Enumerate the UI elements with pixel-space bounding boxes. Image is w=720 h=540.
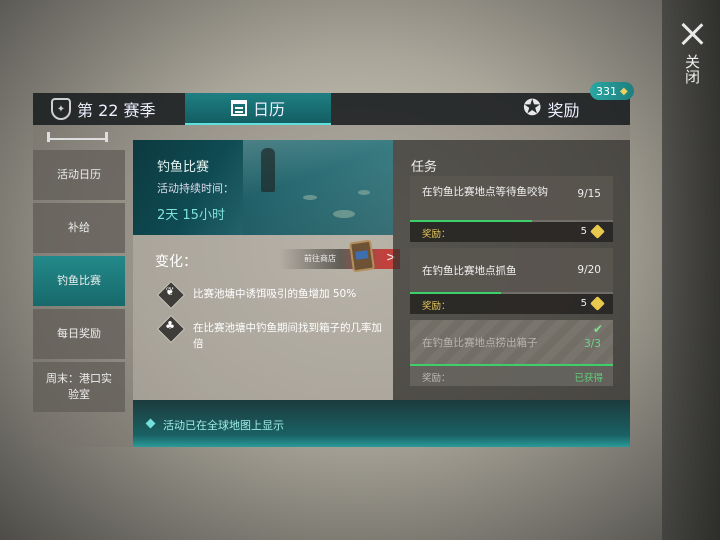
tab-calendar-label: 日历 bbox=[252, 100, 285, 119]
reward-value: 5 bbox=[580, 226, 587, 237]
reward-value: 5 bbox=[580, 298, 587, 309]
tasks-panel: 任务 在钓鱼比赛地点等待鱼咬钩 9/15 奖励： 5 在钓鱼比赛地点抓鱼 9/2… bbox=[393, 140, 630, 400]
sidebar-item-supply[interactable]: 补给 bbox=[33, 203, 125, 253]
tasks-title: 任务 bbox=[411, 160, 438, 175]
change-item: ♣ 在比赛池塘中钓鱼期间找到箱子的几率加倍 bbox=[157, 315, 387, 352]
tab-season[interactable]: ✦ 第 22 赛季 bbox=[33, 93, 183, 125]
bait-bag-icon bbox=[349, 239, 375, 273]
change-text: 比赛池塘中诱饵吸引的鱼增加 50% bbox=[193, 288, 357, 300]
store-button-label: 前往商店 bbox=[304, 254, 336, 263]
sidebar-item-label: 活动日历 bbox=[57, 168, 101, 181]
coin-icon: ◆ bbox=[620, 85, 628, 97]
fish-icon bbox=[303, 195, 317, 200]
star-icon: ✪ bbox=[523, 96, 542, 121]
coin-icon bbox=[590, 224, 605, 239]
tab-rewards-label: 奖励 bbox=[547, 101, 580, 120]
close-icon[interactable] bbox=[680, 22, 704, 46]
task-progress: 3/3 bbox=[584, 338, 601, 350]
reward-obtained-status: 已获得 bbox=[574, 373, 603, 384]
coin-icon bbox=[590, 296, 605, 311]
task-progress: 9/20 bbox=[577, 264, 601, 276]
reward-label: 奖励： bbox=[422, 229, 451, 240]
sidebar-item-label: 补给 bbox=[68, 221, 90, 234]
task-item-completed[interactable]: ✔ 在钓鱼比赛地点捞出箱子 3/3 奖励： 已获得 bbox=[410, 320, 613, 386]
reward-label: 奖励： bbox=[422, 373, 451, 384]
bait-icon: ❦ bbox=[157, 281, 183, 307]
sidebar-scroll-indicator bbox=[33, 130, 125, 146]
fish-icon bbox=[333, 210, 355, 218]
task-item[interactable]: 在钓鱼比赛地点等待鱼咬钩 9/15 奖励： 5 bbox=[410, 176, 613, 242]
sidebar-item-label: 每日奖励 bbox=[57, 327, 101, 340]
tab-season-label: 第 22 赛季 bbox=[77, 101, 156, 120]
task-name: 在钓鱼比赛地点等待鱼咬钩 bbox=[422, 186, 548, 198]
task-item[interactable]: 在钓鱼比赛地点抓鱼 9/20 奖励： 5 bbox=[410, 248, 613, 314]
task-name: 在钓鱼比赛地点捞出箱子 bbox=[422, 337, 538, 349]
checkmark-icon: ✔ bbox=[592, 322, 603, 336]
reward-label: 奖励： bbox=[422, 301, 451, 312]
task-name: 在钓鱼比赛地点抓鱼 bbox=[422, 265, 517, 277]
fish-icon bbox=[358, 190, 370, 195]
sidebar-item-daily-rewards[interactable]: 每日奖励 bbox=[33, 309, 125, 359]
go-to-store-button[interactable]: 前往商店 > bbox=[280, 249, 400, 269]
tab-calendar[interactable]: 日历 bbox=[185, 93, 331, 125]
task-progress: 9/15 bbox=[577, 188, 601, 200]
diamond-icon bbox=[145, 418, 156, 429]
clover-icon: ♣ bbox=[157, 315, 183, 341]
top-tab-bar: ✦ 第 22 赛季 日历 ✪ 奖励 bbox=[33, 93, 630, 125]
change-item: ❦ 比赛池塘中诱饵吸引的鱼增加 50% bbox=[157, 281, 387, 307]
badge-count: 331 bbox=[596, 84, 617, 98]
footer-text: 活动已在全球地图上显示 bbox=[163, 419, 284, 432]
fisher-figure bbox=[261, 148, 275, 192]
sidebar-item-harbor-lab[interactable]: 周末：港口实验室 bbox=[33, 362, 125, 412]
sidebar-item-event-calendar[interactable]: 活动日历 bbox=[33, 150, 125, 200]
event-duration-label: 活动持续时间： bbox=[157, 182, 234, 195]
change-text: 在比赛池塘中钓鱼期间找到箱子的几率加倍 bbox=[193, 322, 382, 350]
calendar-icon bbox=[230, 100, 247, 116]
changes-section: 变化： 前往商店 > ❦ 比赛池塘中诱饵吸引的鱼增加 50% ♣ 在比赛池塘中钓… bbox=[133, 235, 400, 400]
sidebar-item-label: 钓鱼比赛 bbox=[57, 274, 101, 287]
sidebar-item-fishing-contest[interactable]: 钓鱼比赛 bbox=[33, 256, 125, 306]
footer-notice: 活动已在全球地图上显示 bbox=[133, 400, 630, 447]
season-shield-icon: ✦ bbox=[51, 98, 71, 120]
sidebar-item-label: 周末：港口实验室 bbox=[46, 372, 112, 401]
rewards-count-badge: 331 ◆ bbox=[590, 82, 634, 100]
event-duration: 2天 15小时 bbox=[157, 208, 225, 223]
close-label[interactable]: 关闭 bbox=[683, 54, 701, 84]
event-title: 钓鱼比赛 bbox=[157, 160, 210, 175]
changes-title: 变化： bbox=[155, 254, 197, 270]
event-banner: 钓鱼比赛 活动持续时间： 2天 15小时 bbox=[133, 140, 393, 235]
